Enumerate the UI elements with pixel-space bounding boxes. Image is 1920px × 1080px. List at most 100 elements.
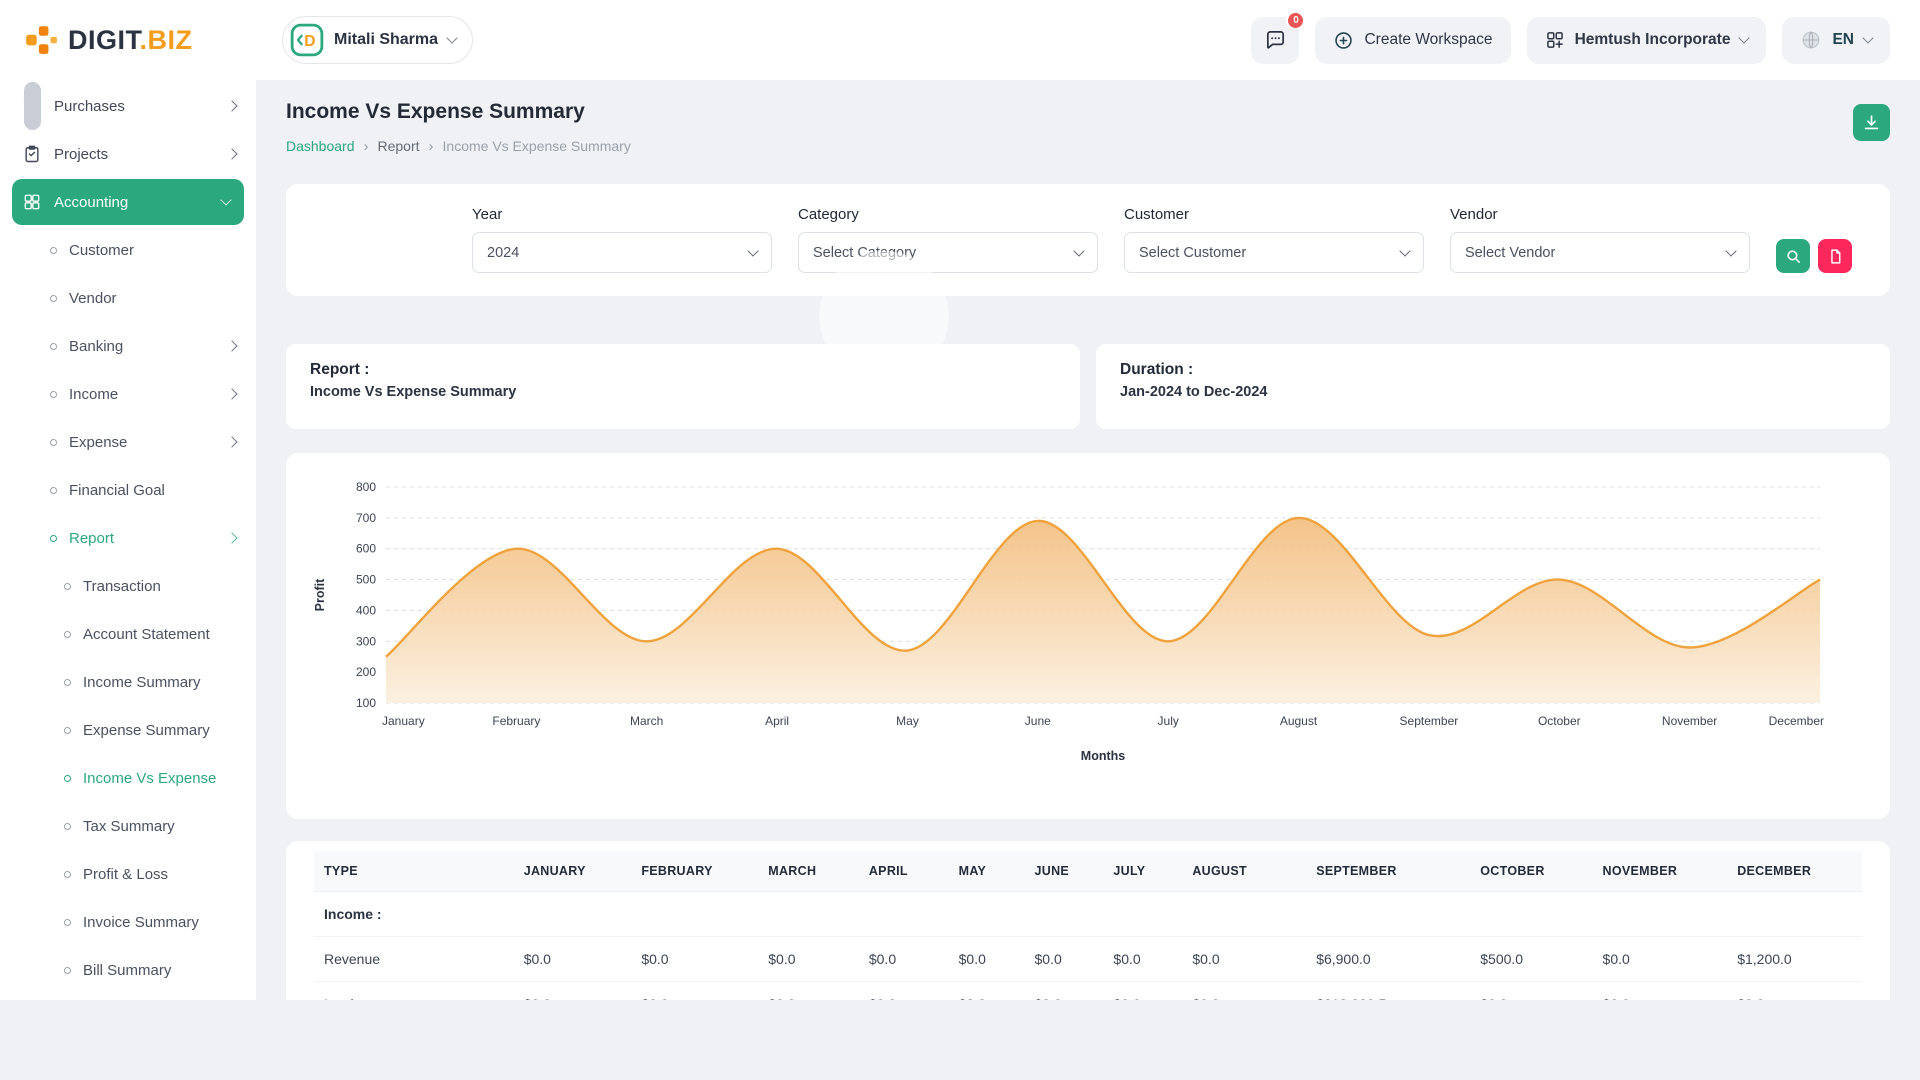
sidebar-item-label: Profit & Loss [83, 866, 236, 883]
bullet-icon [64, 583, 71, 590]
breadcrumb-dashboard[interactable]: Dashboard [286, 138, 355, 154]
row-type: Invoice [314, 982, 514, 1001]
svg-text:100: 100 [356, 696, 376, 710]
sidebar-item-label: Banking [69, 338, 216, 355]
sidebar-item-product-stock[interactable]: Product Stock [0, 994, 256, 1000]
sidebar-item-label: Customer [69, 242, 236, 259]
bullet-icon [64, 967, 71, 974]
svg-text:March: March [630, 714, 663, 728]
vendor-label: Vendor [1450, 206, 1750, 223]
create-workspace-button[interactable]: Create Workspace [1315, 17, 1510, 64]
sidebar-item-vendor[interactable]: Vendor [0, 274, 256, 322]
sidebar: PurchasesProjectsAccountingCustomerVendo… [0, 80, 256, 1000]
sidebar-item-report[interactable]: Report [0, 514, 256, 562]
chevron-right-icon [226, 100, 237, 111]
user-menu[interactable]: D Mitali Sharma [282, 16, 473, 64]
chevron-right-icon [226, 436, 237, 447]
sidebar-item-banking[interactable]: Banking [0, 322, 256, 370]
user-avatar: D [290, 23, 324, 57]
row-value: $6,900.0 [1306, 937, 1470, 982]
svg-text:June: June [1025, 714, 1051, 728]
grid-icon [22, 192, 42, 212]
table-header-may: MAY [949, 851, 1025, 892]
svg-text:200: 200 [356, 665, 376, 679]
header-actions: 0 Create Workspace [1251, 17, 1890, 64]
table-header-row: TYPEJANUARYFEBRUARYMARCHAPRILMAYJUNEJULY… [314, 851, 1862, 892]
row-value: $0.0 [1182, 937, 1306, 982]
user-name: Mitali Sharma [334, 31, 438, 49]
chat-button[interactable]: 0 [1251, 17, 1299, 64]
year-select[interactable]: 2024 [472, 232, 772, 273]
bullet-icon [50, 247, 57, 254]
table-row-invoice[interactable]: Invoice$0.0$0.0$0.0$0.0$0.0$0.0$0.0$0.0$… [314, 982, 1862, 1001]
bullet-icon [64, 919, 71, 926]
reset-button[interactable] [1818, 239, 1852, 273]
sidebar-item-income-summary[interactable]: Income Summary [0, 658, 256, 706]
brand-logo[interactable]: DIGIT.BIZ [24, 23, 256, 57]
svg-text:April: April [765, 714, 789, 728]
bullet-icon [64, 823, 71, 830]
sidebar-item-transaction[interactable]: Transaction [0, 562, 256, 610]
row-value: $0.0 [1727, 982, 1862, 1001]
sidebar-item-tax-summary[interactable]: Tax Summary [0, 802, 256, 850]
sidebar-item-bill-summary[interactable]: Bill Summary [0, 946, 256, 994]
page-header: Income Vs Expense Summary Dashboard›Repo… [286, 100, 1890, 156]
chevron-down-icon [1073, 245, 1084, 256]
sidebar-item-income-vs-expense[interactable]: Income Vs Expense [0, 754, 256, 802]
sidebar-item-label: Projects [54, 146, 216, 163]
sidebar-item-label: Financial Goal [69, 482, 236, 499]
app-header: DIGIT.BIZ D Mitali Sharma [0, 0, 1920, 80]
filter-category: Category Select Category [798, 206, 1098, 273]
summary-table: TYPEJANUARYFEBRUARYMARCHAPRILMAYJUNEJULY… [314, 851, 1862, 1000]
language-selector[interactable]: EN [1782, 17, 1890, 64]
vendor-select[interactable]: Select Vendor [1450, 232, 1750, 273]
sidebar-item-invoice-summary[interactable]: Invoice Summary [0, 898, 256, 946]
create-workspace-label: Create Workspace [1364, 31, 1492, 49]
table-header-november: NOVEMBER [1593, 851, 1728, 892]
sidebar-item-account-statement[interactable]: Account Statement [0, 610, 256, 658]
chevron-right-icon [226, 340, 237, 351]
customer-select[interactable]: Select Customer [1124, 232, 1424, 273]
svg-text:December: December [1769, 714, 1824, 728]
app-root: DIGIT.BIZ D Mitali Sharma [0, 0, 1920, 1080]
svg-text:600: 600 [356, 542, 376, 556]
workspace-selector[interactable]: Hemtush Incorporate [1527, 17, 1767, 64]
breadcrumb-report[interactable]: Report [378, 138, 420, 154]
table-header-february: FEBRUARY [631, 851, 758, 892]
download-button[interactable] [1853, 104, 1890, 141]
sidebar-item-label: Accounting [54, 194, 210, 211]
chevron-right-icon [226, 388, 237, 399]
duration-card: Duration : Jan-2024 to Dec-2024 [1096, 344, 1890, 429]
brand-logo-icon [24, 23, 58, 57]
chevron-down-icon [220, 194, 231, 205]
row-value: $0.0 [1593, 982, 1728, 1001]
sidebar-item-expense[interactable]: Expense [0, 418, 256, 466]
sidebar-item-profit-loss[interactable]: Profit & Loss [0, 850, 256, 898]
plus-circle-icon [1333, 30, 1354, 51]
category-select[interactable]: Select Category [798, 232, 1098, 273]
search-button[interactable] [1776, 239, 1810, 273]
row-value: $0.0 [1024, 937, 1103, 982]
svg-text:400: 400 [356, 603, 376, 617]
bullet-icon [64, 679, 71, 686]
chevron-right-icon [226, 532, 237, 543]
svg-text:300: 300 [356, 634, 376, 648]
svg-text:January: January [382, 714, 425, 728]
bullet-icon [50, 487, 57, 494]
sidebar-item-customer[interactable]: Customer [0, 226, 256, 274]
table-header-april: APRIL [859, 851, 949, 892]
main-content: Income Vs Expense Summary Dashboard›Repo… [256, 80, 1920, 1000]
sidebar-item-expense-summary[interactable]: Expense Summary [0, 706, 256, 754]
bullet-icon [50, 391, 57, 398]
sidebar-item-accounting[interactable]: Accounting [12, 179, 244, 225]
sidebar-item-income[interactable]: Income [0, 370, 256, 418]
sidebar-item-projects[interactable]: Projects [0, 130, 256, 178]
sidebar-item-financial-goal[interactable]: Financial Goal [0, 466, 256, 514]
report-card-title: Report : [310, 361, 1056, 379]
filter-year: Year 2024 [472, 206, 772, 273]
sidebar-item-label: Expense Summary [83, 722, 236, 739]
sidebar-scrollbar-thumb[interactable] [24, 82, 41, 130]
row-value: $1,200.0 [1727, 937, 1862, 982]
profit-area-chart: 100200300400500600700800JanuaryFebruaryM… [308, 471, 1868, 801]
table-row-revenue[interactable]: Revenue$0.0$0.0$0.0$0.0$0.0$0.0$0.0$0.0$… [314, 937, 1862, 982]
